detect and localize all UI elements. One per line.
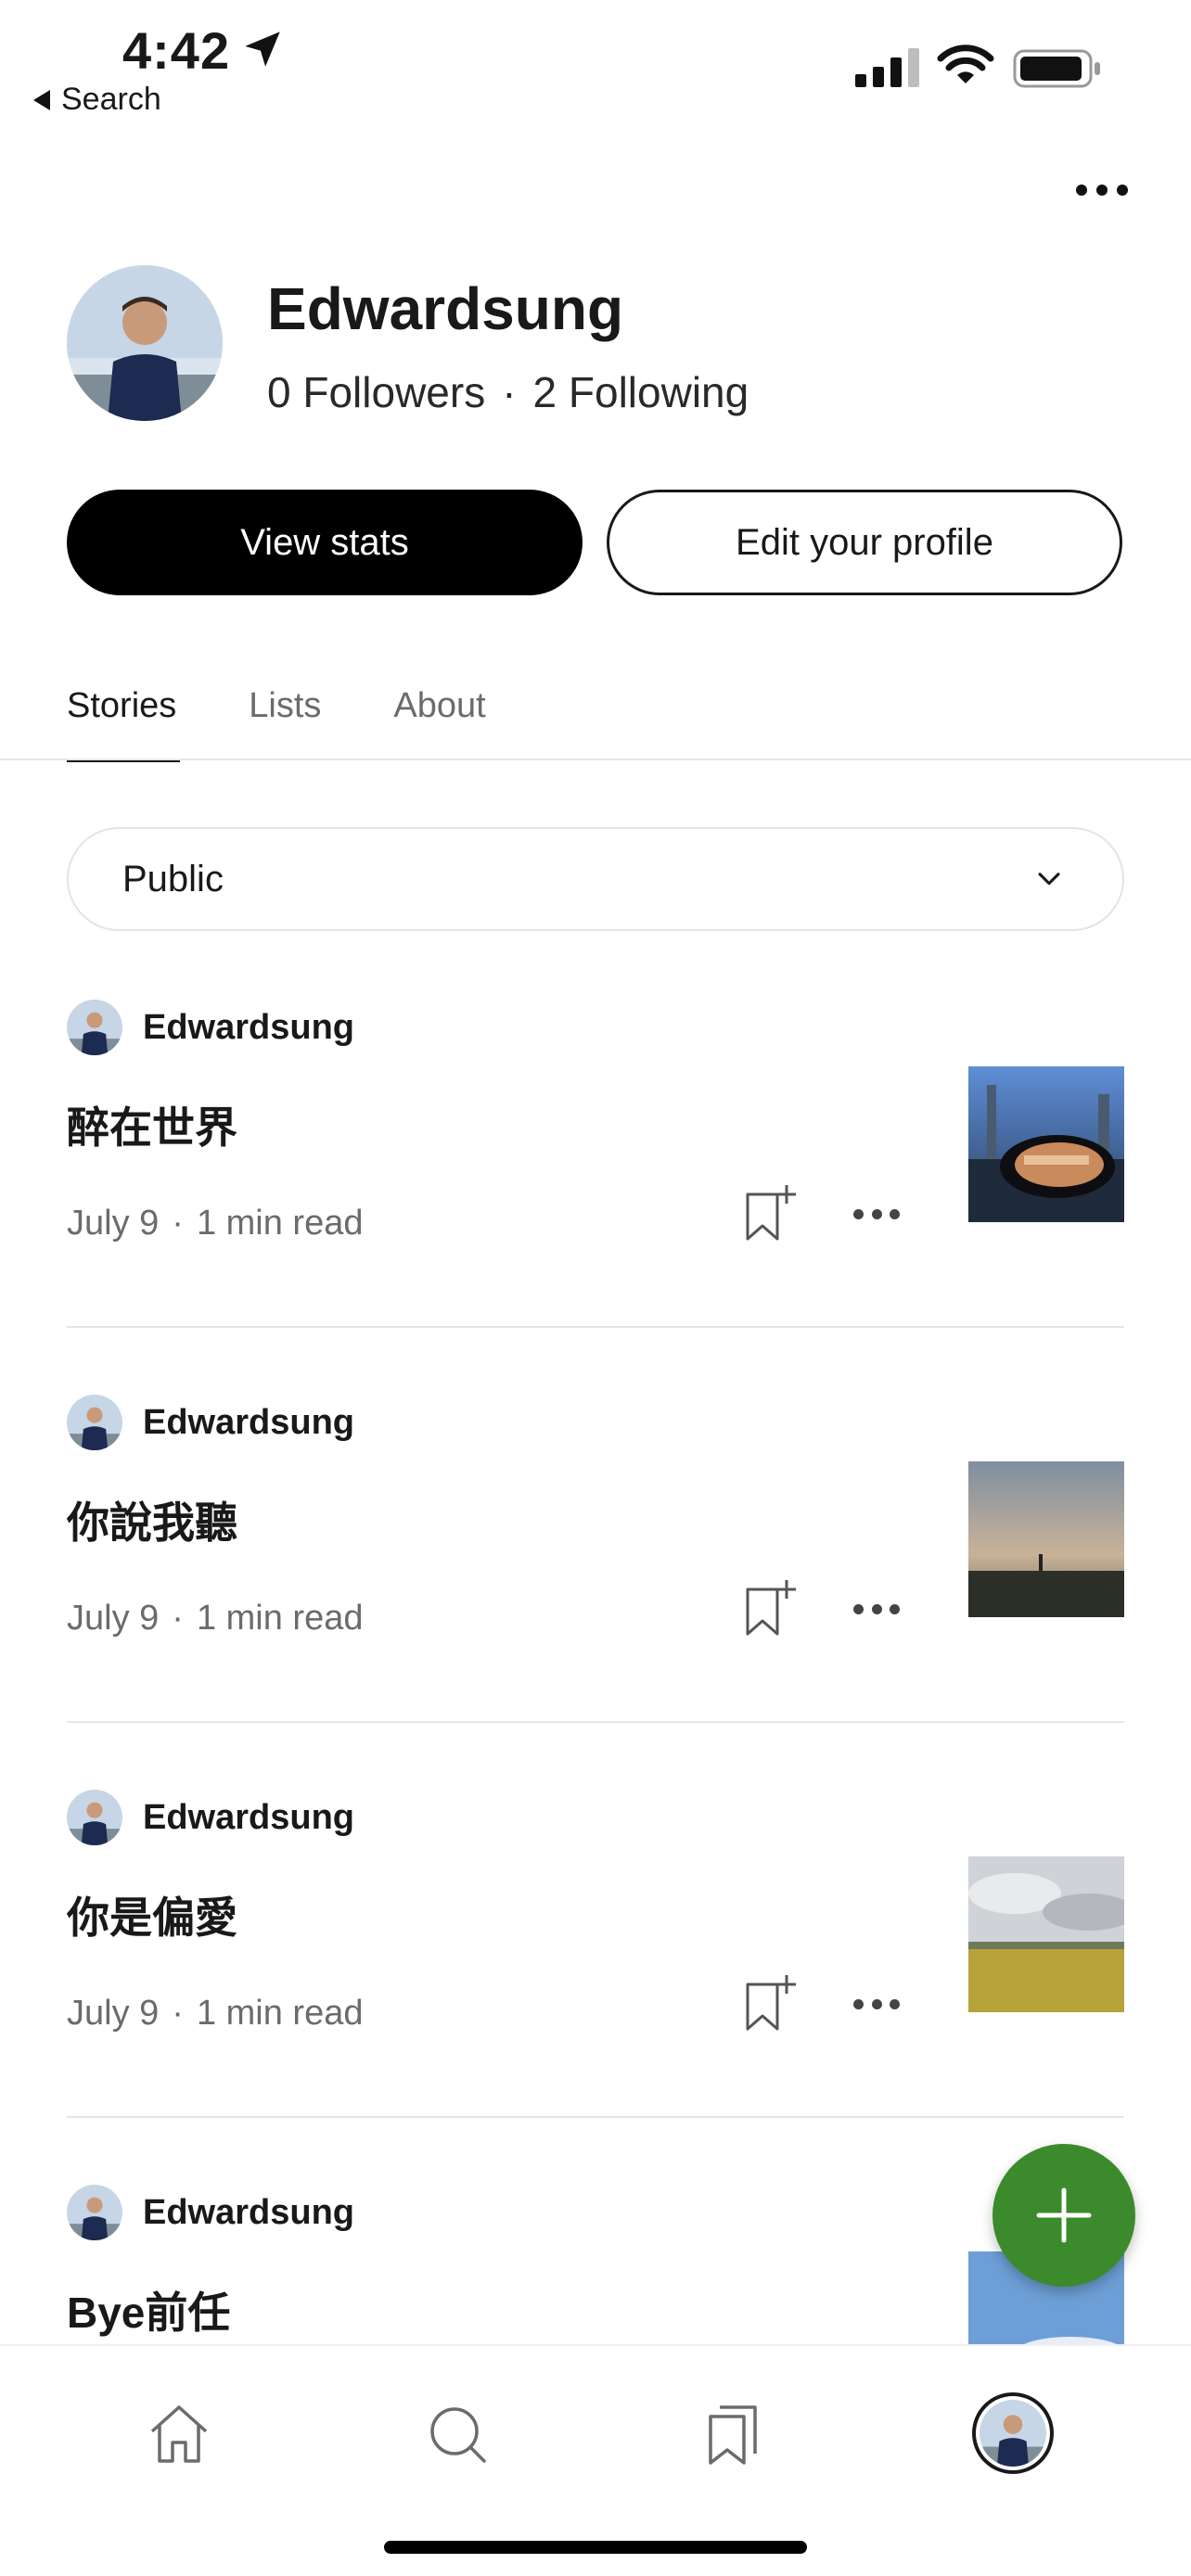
author-name: Edwardsung [143, 1402, 355, 1442]
story-item[interactable]: Edwardsung 你說我聽 July 9 · 1 min read [67, 1393, 1124, 1788]
status-bar: 4:42 Search [0, 0, 1191, 139]
story-item[interactable]: Edwardsung 醉在世界 July 9 · 1 min read [67, 998, 1124, 1393]
profile-avatar [67, 265, 223, 421]
battery-icon [1013, 49, 1100, 88]
story-read-time: 1 min read [196, 1204, 364, 1243]
story-divider [67, 1326, 1124, 1328]
author-avatar [67, 2185, 122, 2240]
back-to-search-link[interactable]: Search [33, 82, 161, 118]
story-date: July 9 [67, 1599, 160, 1638]
profile-name: Edwardsung [267, 275, 624, 342]
story-thumbnail[interactable] [968, 1856, 1124, 2012]
following-link[interactable]: 2 Following [533, 367, 749, 417]
story-read-time: 1 min read [196, 1599, 364, 1638]
meta-separator: · [172, 1599, 184, 1638]
story-read-time: 1 min read [196, 1994, 364, 2033]
story-date: July 9 [67, 1204, 160, 1243]
story-author[interactable]: Edwardsung [67, 2183, 354, 2242]
story-thumbnail[interactable] [968, 1461, 1124, 1617]
story-author[interactable]: Edwardsung [67, 1788, 354, 1847]
chevron-down-icon [1038, 873, 1060, 886]
meta-separator: · [172, 1204, 184, 1243]
new-story-button[interactable] [992, 2144, 1135, 2287]
story-title[interactable]: 醉在世界 [67, 1094, 237, 1155]
story-more-button[interactable] [853, 1997, 900, 2010]
story-item[interactable]: Edwardsung Bye前任 [67, 2183, 1124, 2344]
more-options-button[interactable] [1076, 176, 1128, 204]
story-more-button[interactable] [853, 1207, 900, 1220]
tab-lists[interactable]: Lists [249, 686, 321, 760]
story-item[interactable]: Edwardsung 你是偏愛 July 9 · 1 min read [67, 1788, 1124, 2183]
wifi-icon [937, 45, 994, 83]
back-label: Search [61, 82, 161, 117]
bookmark-add-icon[interactable] [742, 1578, 798, 1639]
story-date: July 9 [67, 1994, 160, 2033]
home-icon[interactable] [145, 2400, 213, 2468]
filter-selected-value: Public [122, 858, 224, 899]
author-avatar [67, 1395, 122, 1450]
status-time: 4:42 [122, 21, 231, 80]
nav-profile-avatar[interactable] [972, 2392, 1054, 2474]
tab-about[interactable]: About [393, 686, 485, 760]
tab-stories[interactable]: Stories [67, 686, 181, 762]
author-name: Edwardsung [143, 2192, 355, 2232]
bookmarks-icon[interactable] [699, 2400, 768, 2468]
story-author[interactable]: Edwardsung [67, 1393, 354, 1452]
counts-separator: · [502, 368, 517, 416]
visibility-filter-dropdown[interactable]: Public [67, 827, 1124, 931]
author-avatar [67, 1790, 122, 1845]
location-arrow-icon [245, 32, 280, 67]
edit-profile-button[interactable]: Edit your profile [607, 490, 1122, 595]
story-more-button[interactable] [853, 1602, 900, 1615]
author-avatar [67, 1000, 122, 1055]
story-meta: July 9 · 1 min read [67, 1599, 363, 1639]
profile-tabs: Stories Lists About [67, 686, 486, 762]
story-meta: July 9 · 1 min read [67, 1994, 363, 2034]
followers-link[interactable]: 0 Followers [267, 367, 485, 417]
story-divider [67, 2116, 1124, 2118]
bookmark-add-icon[interactable] [742, 1183, 798, 1244]
back-arrow-icon [33, 89, 50, 110]
story-meta: July 9 · 1 min read [67, 1204, 363, 1243]
meta-separator: · [172, 1994, 184, 2033]
bookmark-add-icon[interactable] [742, 1973, 798, 2034]
plus-icon [1036, 2187, 1092, 2243]
story-title[interactable]: Bye前任 [67, 2279, 230, 2340]
story-title[interactable]: 你是偏愛 [67, 1884, 237, 1945]
tabs-divider [0, 759, 1191, 760]
profile-counts: 0 Followers · 2 Following [267, 367, 749, 417]
cellular-signal-icon [855, 48, 919, 87]
story-title[interactable]: 你說我聽 [67, 1489, 237, 1550]
home-indicator [384, 2541, 807, 2554]
author-name: Edwardsung [143, 1797, 355, 1837]
view-stats-button[interactable]: View stats [67, 490, 583, 595]
story-thumbnail[interactable] [968, 1066, 1124, 1222]
story-divider [67, 1721, 1124, 1723]
author-name: Edwardsung [143, 1007, 355, 1047]
search-icon[interactable] [423, 2400, 492, 2468]
story-author[interactable]: Edwardsung [67, 998, 354, 1057]
